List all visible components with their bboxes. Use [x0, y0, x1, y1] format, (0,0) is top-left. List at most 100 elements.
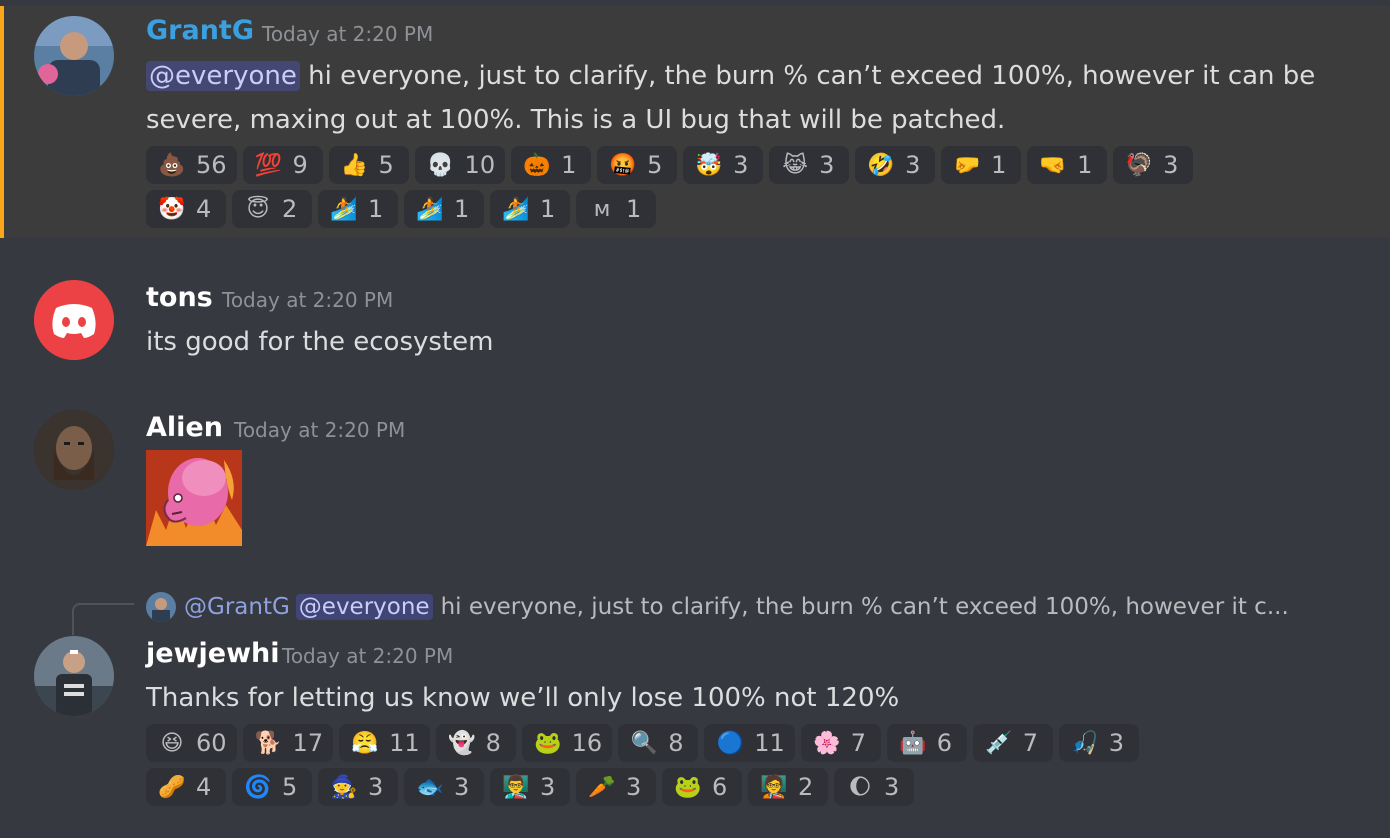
blob-icon: 🔵	[716, 730, 744, 756]
moon-icon: 🌔	[848, 774, 872, 800]
reaction-button[interactable]: 🦃 3	[1113, 146, 1194, 184]
reaction-button[interactable]: 🤜 1	[1027, 146, 1108, 184]
reaction-button[interactable]: 🐕 17	[242, 724, 334, 762]
reaction-count: 6	[712, 773, 728, 801]
reaction-count: 8	[485, 729, 501, 757]
cursed-smile-icon: 🌀	[244, 774, 272, 800]
doge-icon: 🐕	[254, 730, 283, 756]
reaction-button[interactable]: 🤯 3	[683, 146, 764, 184]
reaction-button[interactable]: 🌸 7	[800, 724, 881, 762]
grinning-squint-icon: 😆	[160, 730, 184, 756]
skull-icon: 💀	[426, 152, 455, 178]
pepe-magnify-icon: 🔍	[630, 730, 658, 756]
avatar[interactable]	[34, 280, 114, 360]
reaction-button[interactable]: 😆 60	[146, 724, 237, 762]
ghost-icon: 👻	[447, 730, 476, 756]
reaction-button[interactable]: 🌔 3	[834, 768, 914, 806]
reaction-button[interactable]: 💉 7	[972, 724, 1053, 762]
avatar[interactable]	[34, 410, 114, 490]
message-text: Thanks for letting us know we’ll only lo…	[146, 683, 900, 713]
message-tons: tons Today at 2:20 PM its good for the e…	[0, 270, 1390, 370]
reaction-count: 3	[733, 151, 749, 179]
left-fist-icon: 🤛	[953, 152, 981, 178]
avatar[interactable]	[34, 636, 114, 716]
avatar[interactable]	[34, 16, 114, 96]
thumbs-up-icon: 👍	[340, 152, 369, 178]
reaction-button[interactable]: 😹 3	[769, 146, 850, 184]
reaction-button[interactable]: 🥜 4	[146, 768, 226, 806]
reaction-button[interactable]: 🧙 3	[318, 768, 398, 806]
reaction-button[interactable]: 🐸 16	[521, 724, 613, 762]
reply-preview[interactable]: @GrantG @everyone hi everyone, just to c…	[146, 590, 1289, 624]
reaction-button[interactable]: 😤 11	[339, 724, 430, 762]
reaction-count: 3	[1163, 151, 1179, 179]
reaction-button[interactable]: 💯 9	[242, 146, 323, 184]
author-name[interactable]: Alien	[146, 412, 223, 443]
reaction-button[interactable]: 🐸 6	[662, 768, 742, 806]
reaction-button[interactable]: 🏄 1	[318, 190, 398, 228]
reaction-row: 😆 60 🐕 17 😤 11 👻 8 🐸 16 🔍 8 🔵 11 🌸 7 🤖 6 💉 7 🎣 3	[146, 724, 1346, 762]
reaction-count: 2	[282, 195, 298, 223]
reaction-count: 4	[196, 195, 212, 223]
reaction-button[interactable]: 🎃 1	[511, 146, 592, 184]
reaction-count: 11	[754, 729, 785, 757]
attached-image[interactable]	[146, 450, 242, 546]
reaction-button[interactable]: 🏄 1	[404, 190, 484, 228]
reaction-count: 11	[389, 729, 420, 757]
reply-author[interactable]: @GrantG	[184, 594, 290, 620]
reaction-button[interactable]: 👍 5	[328, 146, 409, 184]
reaction-button[interactable]: 🤛 1	[941, 146, 1022, 184]
reaction-button[interactable]: 🤡 4	[146, 190, 226, 228]
reaction-count: 10	[464, 151, 496, 179]
reaction-count: 60	[196, 729, 227, 757]
reaction-button[interactable]: 😇 2	[232, 190, 312, 228]
reaction-button[interactable]: 🌀 5	[232, 768, 312, 806]
turkey-icon: 🦃	[1125, 152, 1153, 178]
surfer-icon: 🏄	[416, 196, 444, 222]
anime-girl-icon: 🌸	[813, 730, 841, 756]
reaction-count: 17	[292, 729, 324, 757]
author-name[interactable]: GrantG	[146, 15, 254, 46]
mention-everyone[interactable]: @everyone	[146, 61, 300, 91]
reaction-button[interactable]: 🏄 1	[490, 190, 570, 228]
reaction-button[interactable]: ᴍ1	[576, 190, 656, 228]
jack-o-lantern-icon: 🎃	[523, 152, 551, 178]
reaction-button[interactable]: 🔍 8	[618, 724, 699, 762]
message-text: @everyone hi everyone, just to clarify, …	[146, 54, 1326, 142]
reaction-count: 1	[540, 195, 556, 223]
pepe-icon: 🐸	[674, 774, 702, 800]
reaction-row: 🥜 4 🌀 5 🧙 3 🐟 3 👨‍🏫 3 🥕 3 🐸 6 🧑‍🏫 2 🌔 3	[146, 768, 1346, 806]
reaction-count: 1	[454, 195, 470, 223]
reaction-button[interactable]: 💀 10	[414, 146, 506, 184]
reaction-button[interactable]: 🤖 6	[886, 724, 967, 762]
reactions: 💩 56 💯 9 👍 5 💀 10 🎃 1 🤬 5 🤯 3 😹 3 🤣 3 🤛 1 🤜 1 🦃 3 🤡 4 😇 2 🏄 1 🏄 1 🏄 1 ᴍ 1	[146, 146, 1346, 234]
reaction-count: 1	[561, 151, 577, 179]
smiling-halo-icon: 😇	[246, 196, 270, 222]
timestamp: Today at 2:20 PM	[222, 288, 394, 312]
reply-mention[interactable]: @everyone	[295, 594, 433, 620]
reaction-button[interactable]: 🤣 3	[855, 146, 936, 184]
surfer-icon: 🏄	[502, 196, 530, 222]
reaction-button[interactable]: 🥕 3	[576, 768, 656, 806]
author-name[interactable]: tons	[146, 282, 213, 313]
reaction-row: 💩 56 💯 9 👍 5 💀 10 🎃 1 🤬 5 🤯 3 😹 3 🤣 3 🤛 1 🤜 1 🦃 3	[146, 146, 1346, 184]
reaction-button[interactable]: 🤬 5	[597, 146, 678, 184]
reaction-button[interactable]: 🔵 11	[704, 724, 795, 762]
reaction-count: 3	[454, 773, 470, 801]
reaction-button[interactable]: 👨‍🏫 3	[490, 768, 570, 806]
reaction-button[interactable]: 🧑‍🏫 2	[748, 768, 828, 806]
reaction-count: 2	[798, 773, 814, 801]
message-grantg: GrantG Today at 2:20 PM @everyone hi eve…	[0, 6, 1390, 238]
reaction-count: 5	[282, 773, 298, 801]
message-body: hi everyone, just to clarify, the burn %…	[146, 61, 1316, 135]
reaction-button[interactable]: 🎣 3	[1058, 724, 1139, 762]
reaction-button[interactable]: 💩 56	[146, 146, 237, 184]
reaction-count: 3	[626, 773, 642, 801]
wojak-icon: 😤	[351, 730, 379, 756]
author-name[interactable]: jewjewhi	[146, 638, 280, 669]
reaction-button[interactable]: 🐟 3	[404, 768, 484, 806]
reaction-button[interactable]: 👻 8	[435, 724, 516, 762]
blue-pepe-icon: 🐸	[533, 730, 562, 756]
message-jewjewhi: jewjewhi Today at 2:20 PM Thanks for let…	[0, 630, 1390, 830]
reaction-count: 3	[1108, 729, 1125, 757]
